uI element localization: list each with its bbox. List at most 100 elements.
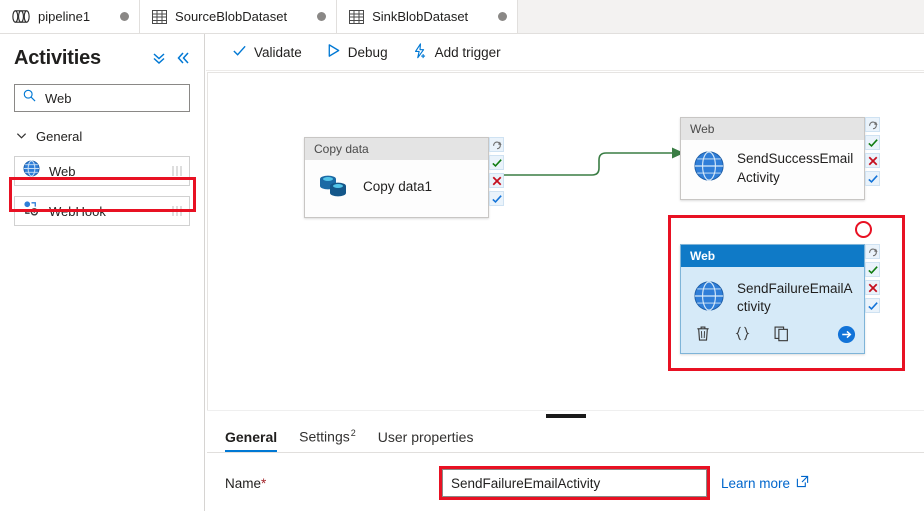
retry-icon[interactable] xyxy=(489,137,504,152)
node-type-label: Web xyxy=(681,118,864,140)
run-arrow-icon[interactable] xyxy=(837,325,856,344)
activity-group-general[interactable]: General xyxy=(16,126,190,146)
canvas-toolbar: Validate Debug Add trigger xyxy=(206,34,924,71)
name-form-row: Name* Learn more xyxy=(207,453,924,500)
name-label-text: Name xyxy=(225,475,262,491)
add-trigger-label: Add trigger xyxy=(434,44,501,60)
name-field-wrapper xyxy=(439,466,710,500)
settings-count-badge: 2 xyxy=(350,428,356,439)
drag-handle-icon[interactable] xyxy=(171,204,183,218)
tab-general-label: General xyxy=(225,429,278,445)
dataset-icon xyxy=(349,9,365,24)
code-braces-icon[interactable] xyxy=(734,325,751,343)
tab-sourceblobdataset[interactable]: SourceBlobDataset xyxy=(140,0,338,33)
tab-unsaved-dot[interactable] xyxy=(317,12,327,21)
external-link-icon xyxy=(796,475,809,491)
checkmark-icon xyxy=(232,43,247,61)
activity-node-copy-data1[interactable]: Copy data Copy data1 xyxy=(304,137,504,218)
learn-more-label: Learn more xyxy=(721,475,791,491)
clone-icon[interactable] xyxy=(773,325,790,343)
retry-icon[interactable] xyxy=(865,117,880,132)
node-box[interactable]: Copy data Copy data1 xyxy=(304,137,489,218)
search-value: Web xyxy=(45,90,72,106)
copy-data-icon xyxy=(317,170,351,205)
failure-x-icon[interactable] xyxy=(865,280,880,295)
retry-icon[interactable] xyxy=(865,244,880,259)
node-output-handles xyxy=(865,244,880,313)
sidebar-item-label: WebHook xyxy=(49,203,106,219)
tab-pipeline1[interactable]: pipeline1 xyxy=(0,0,141,33)
tab-user-properties-label: User properties xyxy=(377,429,474,445)
tab-label: pipeline1 xyxy=(38,9,91,24)
canvas-left-edge xyxy=(207,73,208,410)
failure-x-icon[interactable] xyxy=(489,173,504,188)
chevron-down-icon xyxy=(16,129,27,144)
validate-button[interactable]: Validate xyxy=(222,38,312,66)
activity-node-sendsuccessemailactivity[interactable]: Web SendSuccessEmailActivity xyxy=(680,117,880,200)
success-check-icon[interactable] xyxy=(489,155,504,170)
tab-label: SourceBlobDataset xyxy=(175,9,288,24)
completion-check-icon[interactable] xyxy=(865,171,880,186)
editor-tab-bar: pipeline1 SourceBlobDataset SinkBlobData… xyxy=(0,0,924,34)
validate-label: Validate xyxy=(254,44,302,60)
resize-grabber xyxy=(545,413,586,418)
node-body: SendSuccessEmailActivity xyxy=(681,140,864,199)
chevron-double-left-icon[interactable] xyxy=(174,49,192,67)
delete-icon[interactable] xyxy=(695,325,712,343)
activity-node-sendfailureemailactivity[interactable]: Web SendFailureEmailActivity xyxy=(680,244,880,354)
activities-sidebar: Activities Web General Web WebHook xyxy=(0,34,205,511)
tab-general[interactable]: General xyxy=(225,429,278,452)
node-body: SendFailureEmailActivity xyxy=(681,267,864,323)
node-output-handles xyxy=(865,117,880,186)
sidebar-item-web[interactable]: Web xyxy=(14,156,190,186)
node-type-label: Copy data xyxy=(305,138,488,160)
tab-settings-label: Settings xyxy=(299,429,350,445)
success-check-icon[interactable] xyxy=(865,135,880,150)
search-input[interactable]: Web xyxy=(14,84,190,112)
learn-more-link[interactable]: Learn more xyxy=(721,475,809,491)
search-icon xyxy=(23,89,36,107)
completion-check-icon[interactable] xyxy=(865,298,880,313)
activity-properties-panel: General Settings2 User properties Name* … xyxy=(207,420,924,511)
properties-tab-list: General Settings2 User properties xyxy=(207,420,924,453)
tab-sinkblobdataset[interactable]: SinkBlobDataset xyxy=(337,0,519,33)
required-marker: * xyxy=(261,475,267,491)
node-name-label: Copy data1 xyxy=(363,179,433,195)
activity-group-label: General xyxy=(36,128,83,144)
play-triangle-icon xyxy=(326,43,341,61)
success-check-icon[interactable] xyxy=(865,262,880,277)
node-box[interactable]: Web SendSuccessEmailActivity xyxy=(680,117,865,200)
annotation-circle xyxy=(855,221,872,238)
add-trigger-button[interactable]: Add trigger xyxy=(402,38,511,66)
pipeline-canvas[interactable]: Copy data Copy data1 Web SendSuccessEmai… xyxy=(207,72,924,410)
node-type-label: Web xyxy=(681,245,864,267)
node-name-label: SendFailureEmailActivity xyxy=(737,280,853,314)
debug-button[interactable]: Debug xyxy=(316,38,398,66)
name-input[interactable] xyxy=(442,469,707,497)
tab-settings[interactable]: Settings2 xyxy=(299,428,356,452)
drag-handle-icon[interactable] xyxy=(171,164,183,178)
webhook-icon xyxy=(23,200,40,222)
dataset-icon xyxy=(152,9,168,24)
panel-resize-handle[interactable] xyxy=(207,410,924,420)
tab-unsaved-dot[interactable] xyxy=(120,12,130,21)
tab-unsaved-dot[interactable] xyxy=(498,12,508,21)
page-title: Activities xyxy=(14,46,101,69)
lightning-plus-icon xyxy=(412,42,428,62)
node-action-toolbar xyxy=(681,323,864,353)
activities-header: Activities xyxy=(0,40,204,76)
web-globe-icon xyxy=(693,150,725,187)
tab-user-properties[interactable]: User properties xyxy=(378,429,474,452)
sidebar-item-webhook[interactable]: WebHook xyxy=(14,196,190,226)
sidebar-item-label: Web xyxy=(49,163,76,179)
failure-x-icon[interactable] xyxy=(865,153,880,168)
node-box[interactable]: Web SendFailureEmailActivity xyxy=(680,244,865,354)
node-body: Copy data1 xyxy=(305,160,488,217)
name-label: Name* xyxy=(225,476,442,491)
completion-check-icon[interactable] xyxy=(489,191,504,206)
chevron-double-down-icon[interactable] xyxy=(150,49,168,67)
tab-bar-filler xyxy=(518,0,924,33)
node-output-handles xyxy=(489,137,504,206)
pipeline-icon xyxy=(12,10,30,23)
web-globe-icon xyxy=(693,280,725,317)
